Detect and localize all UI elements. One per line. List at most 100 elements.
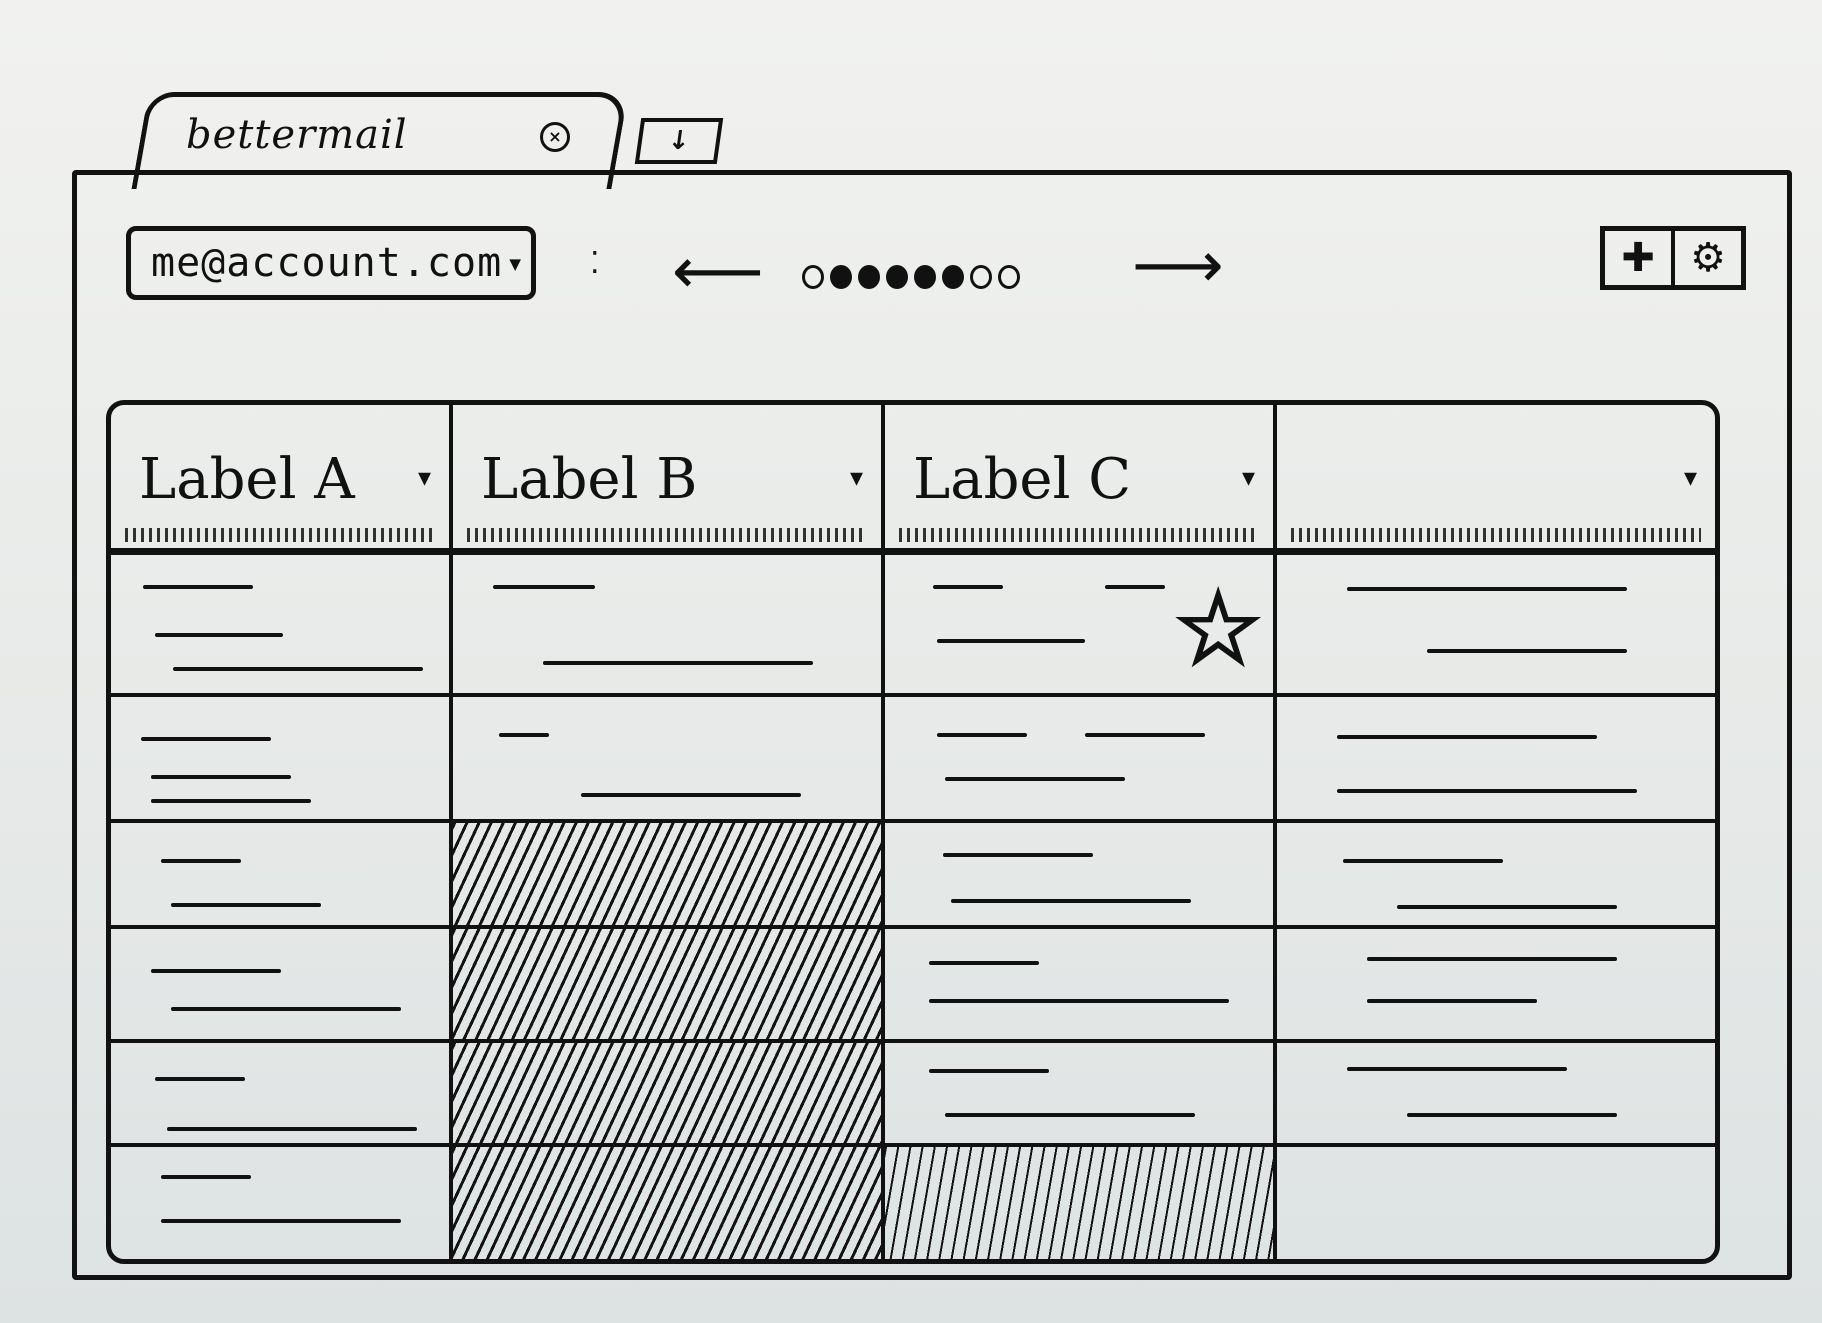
message-card[interactable]: ☆ bbox=[885, 555, 1277, 697]
selected-card[interactable] bbox=[453, 823, 885, 929]
placeholder-text bbox=[1407, 1113, 1617, 1117]
tab-title: bettermail bbox=[186, 112, 408, 158]
chevron-down-icon[interactable]: ▾ bbox=[1242, 463, 1255, 493]
selected-card[interactable] bbox=[453, 1147, 885, 1259]
selected-card[interactable] bbox=[453, 929, 885, 1043]
star-icon[interactable]: ☆ bbox=[1172, 577, 1265, 680]
placeholder-text bbox=[945, 777, 1125, 781]
placeholder-text bbox=[151, 775, 291, 779]
placeholder-text bbox=[945, 1113, 1195, 1117]
message-card[interactable] bbox=[111, 697, 453, 823]
placeholder-text bbox=[951, 899, 1191, 903]
placeholder-text bbox=[1367, 957, 1617, 961]
placeholder-text bbox=[155, 1077, 245, 1081]
message-card[interactable] bbox=[111, 929, 453, 1043]
placeholder-text bbox=[1337, 789, 1637, 793]
placeholder-text bbox=[929, 1069, 1049, 1073]
message-card[interactable] bbox=[453, 697, 885, 823]
page-dot[interactable] bbox=[830, 265, 852, 289]
placeholder-text bbox=[141, 737, 271, 741]
placeholder-text bbox=[1085, 733, 1205, 737]
message-grid: Label A ▾ Label B ▾ Label C ▾ ▾ ☆ bbox=[106, 400, 1720, 1264]
placeholder-text bbox=[161, 1175, 251, 1179]
chevron-down-icon[interactable]: ▾ bbox=[850, 463, 863, 493]
message-card[interactable] bbox=[885, 823, 1277, 929]
message-card[interactable] bbox=[111, 555, 453, 697]
page-dot[interactable] bbox=[886, 265, 908, 289]
column-label: Label C bbox=[913, 447, 1132, 512]
column-header-c[interactable]: Label C ▾ bbox=[885, 405, 1277, 555]
column-header-b[interactable]: Label B ▾ bbox=[453, 405, 885, 555]
placeholder-text bbox=[161, 1219, 401, 1223]
placeholder-text bbox=[929, 961, 1039, 965]
placeholder-text bbox=[1397, 905, 1617, 909]
placeholder-text bbox=[1367, 999, 1537, 1003]
placeholder-text bbox=[1105, 585, 1165, 589]
message-card[interactable] bbox=[1277, 929, 1715, 1043]
placeholder-text bbox=[167, 1127, 417, 1131]
placeholder-text bbox=[171, 903, 321, 907]
page-dot[interactable] bbox=[914, 265, 936, 289]
placeholder-text bbox=[581, 793, 801, 797]
plus-icon: ✚ bbox=[1621, 235, 1655, 281]
column-label: Label B bbox=[481, 447, 698, 512]
placeholder-text bbox=[1337, 735, 1597, 739]
settings-button[interactable]: ⚙ bbox=[1671, 231, 1741, 285]
placeholder-text bbox=[543, 661, 813, 665]
message-card[interactable] bbox=[111, 1043, 453, 1147]
toolbar-actions: ✚ ⚙ bbox=[1600, 226, 1746, 290]
placeholder-text bbox=[937, 639, 1085, 643]
empty-card bbox=[1277, 1147, 1715, 1259]
message-card[interactable] bbox=[453, 555, 885, 697]
placeholder-text bbox=[151, 969, 281, 973]
header-scribble bbox=[899, 528, 1259, 542]
column-label: Label A bbox=[139, 447, 355, 512]
column-header-a[interactable]: Label A ▾ bbox=[111, 405, 453, 555]
message-card[interactable] bbox=[1277, 555, 1715, 697]
placeholder-text bbox=[161, 859, 241, 863]
loading-card bbox=[885, 1147, 1277, 1259]
placeholder-text bbox=[143, 585, 253, 589]
message-card[interactable] bbox=[1277, 1043, 1715, 1147]
message-card[interactable] bbox=[1277, 697, 1715, 823]
message-card[interactable] bbox=[885, 929, 1277, 1043]
header-scribble bbox=[125, 528, 435, 542]
message-card[interactable] bbox=[885, 1043, 1277, 1147]
message-card[interactable] bbox=[1277, 823, 1715, 929]
placeholder-text bbox=[943, 853, 1093, 857]
drag-handle-icon[interactable]: ⁚ bbox=[590, 249, 600, 279]
previous-page-button[interactable]: ⟵ bbox=[672, 240, 764, 304]
message-card[interactable] bbox=[111, 1147, 453, 1259]
placeholder-text bbox=[1343, 859, 1503, 863]
page-dot[interactable] bbox=[942, 265, 964, 289]
page-dot[interactable] bbox=[858, 265, 880, 289]
placeholder-text bbox=[171, 1007, 401, 1011]
message-card[interactable] bbox=[111, 823, 453, 929]
header-scribble bbox=[1291, 528, 1701, 542]
message-card[interactable] bbox=[885, 697, 1277, 823]
placeholder-text bbox=[933, 585, 1003, 589]
account-email: me@account.com bbox=[151, 240, 503, 286]
chevron-down-icon[interactable]: ▾ bbox=[418, 463, 431, 493]
page-dot[interactable] bbox=[998, 265, 1020, 289]
add-button[interactable]: ✚ bbox=[1605, 231, 1671, 285]
chevron-down-icon[interactable]: ▾ bbox=[1684, 463, 1697, 493]
placeholder-text bbox=[929, 999, 1229, 1003]
placeholder-text bbox=[151, 799, 311, 803]
page-dot[interactable] bbox=[970, 265, 992, 289]
placeholder-text bbox=[499, 733, 549, 737]
new-tab-button[interactable]: ↓ bbox=[634, 118, 724, 164]
next-page-button[interactable]: ⟶ bbox=[1132, 234, 1224, 298]
placeholder-text bbox=[155, 633, 283, 637]
tab-close-icon[interactable]: × bbox=[540, 122, 570, 152]
chevron-down-icon: ▾ bbox=[506, 245, 526, 281]
account-selector[interactable]: me@account.com ▾ bbox=[126, 226, 536, 300]
placeholder-text bbox=[1347, 587, 1627, 591]
header-scribble bbox=[467, 528, 867, 542]
column-header-d[interactable]: ▾ bbox=[1277, 405, 1715, 555]
selected-card[interactable] bbox=[453, 1043, 885, 1147]
page-dot[interactable] bbox=[802, 265, 824, 289]
placeholder-text bbox=[173, 667, 423, 671]
gear-icon: ⚙ bbox=[1690, 235, 1726, 281]
page-indicator bbox=[802, 265, 1020, 289]
